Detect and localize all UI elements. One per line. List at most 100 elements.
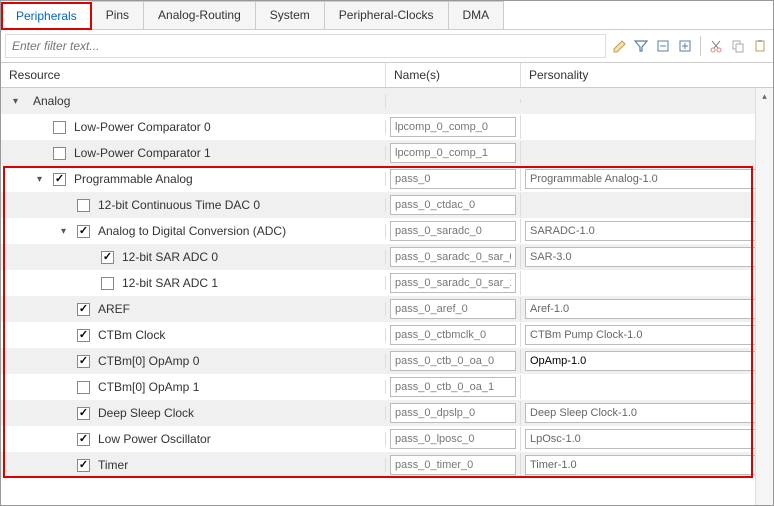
scrollbar[interactable]: ▴: [755, 88, 773, 505]
header-resource[interactable]: Resource: [1, 63, 386, 87]
enable-checkbox[interactable]: [77, 199, 90, 212]
expander-icon[interactable]: ▾: [37, 174, 49, 185]
tree-content[interactable]: ▾Analog Low-Power Comparator 0 Low-Power C…: [1, 88, 773, 505]
enable-checkbox[interactable]: [77, 303, 90, 316]
name-cell: [386, 115, 521, 139]
enable-checkbox[interactable]: [77, 225, 90, 238]
enable-checkbox[interactable]: [53, 121, 66, 134]
name-input[interactable]: [390, 429, 516, 449]
personality-select[interactable]: OpAmp-1.0▾: [525, 351, 769, 371]
tree-row[interactable]: Deep Sleep Clock Deep Sleep Clock-1.0▾: [1, 400, 773, 426]
tab-peripheral-clocks[interactable]: Peripheral-Clocks: [324, 1, 449, 29]
enable-checkbox[interactable]: [77, 381, 90, 394]
personality-select[interactable]: Timer-1.0▾: [525, 455, 769, 475]
tab-system[interactable]: System: [255, 1, 325, 29]
config-window: Peripherals Pins Analog-Routing System P…: [0, 0, 774, 506]
tree-row[interactable]: AREFAref-1.0▾: [1, 296, 773, 322]
name-input[interactable]: [390, 273, 516, 293]
enable-checkbox[interactable]: [77, 329, 90, 342]
resource-label: Programmable Analog: [74, 172, 193, 186]
name-cell: [386, 323, 521, 347]
tab-pins[interactable]: Pins: [91, 1, 144, 29]
personality-select[interactable]: CTBm Pump Clock-1.0▾: [525, 325, 769, 345]
resource-label: CTBm[0] OpAmp 1: [98, 380, 199, 394]
collapse-all-icon[interactable]: [654, 37, 672, 55]
resource-label: Deep Sleep Clock: [98, 406, 194, 420]
name-input[interactable]: [390, 195, 516, 215]
resource-cell: 12-bit SAR ADC 1: [1, 276, 386, 290]
personality-select[interactable]: SAR-3.0▾: [525, 247, 769, 267]
enable-checkbox[interactable]: [101, 251, 114, 264]
name-input[interactable]: [390, 169, 516, 189]
tree-row[interactable]: 12-bit Continuous Time DAC 0: [1, 192, 773, 218]
copy-icon[interactable]: [729, 37, 747, 55]
personality-label: Deep Sleep Clock-1.0: [530, 407, 637, 419]
expander-icon[interactable]: ▾: [13, 96, 25, 107]
tab-dma[interactable]: DMA: [448, 1, 505, 29]
resource-label: 12-bit SAR ADC 0: [122, 250, 218, 264]
name-input[interactable]: [390, 143, 516, 163]
enable-checkbox[interactable]: [53, 147, 66, 160]
enable-checkbox[interactable]: [77, 355, 90, 368]
scroll-up-icon[interactable]: ▴: [756, 88, 773, 104]
name-input[interactable]: [390, 351, 516, 371]
personality-select[interactable]: SARADC-1.0▾: [525, 221, 769, 241]
tree-row[interactable]: ▾ Programmable Analog Programmable Analog-…: [1, 166, 773, 192]
resource-cell: CTBm[0] OpAmp 0: [1, 354, 386, 368]
name-input[interactable]: [390, 403, 516, 423]
personality-select[interactable]: Deep Sleep Clock-1.0▾: [525, 403, 769, 423]
tab-peripherals[interactable]: Peripherals: [1, 2, 92, 30]
name-input[interactable]: [390, 325, 516, 345]
resource-label: Low-Power Comparator 0: [74, 120, 211, 134]
name-input[interactable]: [390, 247, 516, 267]
name-input[interactable]: [390, 117, 516, 137]
expand-all-icon[interactable]: [676, 37, 694, 55]
clear-filter-icon[interactable]: [610, 37, 628, 55]
filter-input[interactable]: [5, 34, 606, 58]
tree-row[interactable]: CTBm[0] OpAmp 1: [1, 374, 773, 400]
enable-checkbox[interactable]: [101, 277, 114, 290]
personality-cell: [521, 281, 773, 285]
name-input[interactable]: [390, 377, 516, 397]
tree-row[interactable]: 12-bit SAR ADC 1: [1, 270, 773, 296]
personality-select[interactable]: Aref-1.0▾: [525, 299, 769, 319]
personality-cell: Aref-1.0▾: [521, 297, 773, 321]
enable-checkbox[interactable]: [77, 433, 90, 446]
tree-row[interactable]: ▾Analog to Digital Conversion (ADC)SARAD…: [1, 218, 773, 244]
resource-label: CTBm Clock: [98, 328, 165, 342]
filter-icon[interactable]: [632, 37, 650, 55]
tree-row[interactable]: Low-Power Comparator 0: [1, 114, 773, 140]
name-input[interactable]: [390, 221, 516, 241]
tree-row[interactable]: CTBm[0] OpAmp 0 OpAmp-1.0▾: [1, 348, 773, 374]
personality-select[interactable]: Programmable Analog-1.0▾: [525, 169, 769, 189]
personality-label: LpOsc-1.0: [530, 433, 581, 445]
expander-icon[interactable]: ▾: [61, 226, 73, 237]
tree-row[interactable]: Low Power OscillatorLpOsc-1.0▾: [1, 426, 773, 452]
enable-checkbox[interactable]: [77, 407, 90, 420]
tree-row[interactable]: 12-bit SAR ADC 0 SAR-3.0▾: [1, 244, 773, 270]
paste-icon[interactable]: [751, 37, 769, 55]
personality-cell: [521, 385, 773, 389]
resource-cell: ▾ Programmable Analog: [1, 172, 386, 186]
personality-cell: CTBm Pump Clock-1.0▾: [521, 323, 773, 347]
cut-icon[interactable]: [707, 37, 725, 55]
tree-row[interactable]: CTBm Clock CTBm Pump Clock-1.0▾: [1, 322, 773, 348]
tree-row[interactable]: TimerTimer-1.0▾: [1, 452, 773, 478]
tree-row[interactable]: Low-Power Comparator 1: [1, 140, 773, 166]
name-input[interactable]: [390, 299, 516, 319]
name-cell: [386, 401, 521, 425]
enable-checkbox[interactable]: [53, 173, 66, 186]
name-cell: [386, 453, 521, 477]
personality-select[interactable]: LpOsc-1.0▾: [525, 429, 769, 449]
resource-cell: Low-Power Comparator 1: [1, 146, 386, 160]
tab-analog-routing[interactable]: Analog-Routing: [143, 1, 256, 29]
personality-cell: OpAmp-1.0▾: [521, 349, 773, 373]
name-input[interactable]: [390, 455, 516, 475]
enable-checkbox[interactable]: [77, 459, 90, 472]
header-name[interactable]: Name(s): [386, 63, 521, 87]
personality-label: CTBm Pump Clock-1.0: [530, 329, 642, 341]
tree-row[interactable]: ▾Analog: [1, 88, 773, 114]
personality-label: SARADC-1.0: [530, 225, 595, 237]
header-personality[interactable]: Personality: [521, 63, 773, 87]
personality-cell: LpOsc-1.0▾: [521, 427, 773, 451]
